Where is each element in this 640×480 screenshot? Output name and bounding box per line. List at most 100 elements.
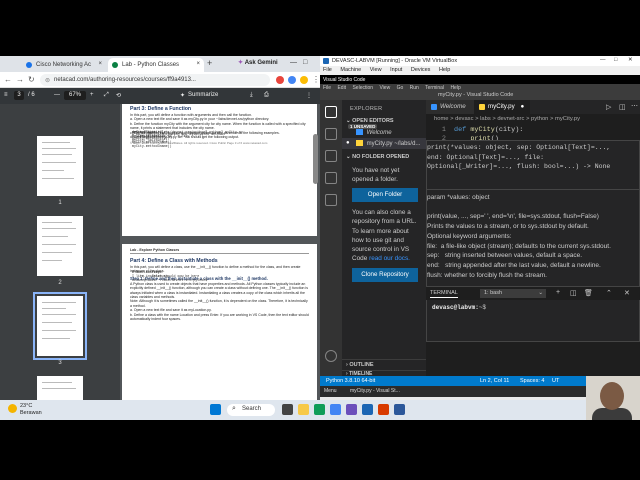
menu-help[interactable]: Help <box>439 67 450 73</box>
minimize-icon[interactable]: — <box>290 59 297 66</box>
read-docs-link[interactable]: read our docs. <box>369 255 410 262</box>
terminal-tab[interactable]: TERMINAL <box>430 290 458 298</box>
download-icon[interactable]: ⤓ <box>250 92 253 99</box>
tab-mycity[interactable]: myCity.py ● <box>474 100 530 114</box>
vs-menu-file[interactable]: File <box>323 85 331 91</box>
browser-tab-lab[interactable]: Lab - Python Classes × <box>108 58 204 72</box>
extension-icon[interactable] <box>288 76 296 84</box>
menu-input[interactable]: Input <box>390 67 402 73</box>
profile-avatar[interactable] <box>300 76 308 84</box>
open-editors-section[interactable]: ⌄ OPEN EDITORS 1 UNSAVED <box>342 116 426 129</box>
tab-welcome[interactable]: Welcome <box>426 100 474 114</box>
vs-menu-edit[interactable]: Edit <box>337 85 346 91</box>
print-icon[interactable]: ⎙ <box>264 92 269 99</box>
new-tab-button[interactable]: + <box>207 58 212 68</box>
ask-gemini-button[interactable]: ✦ Ask Gemini <box>238 59 278 66</box>
weather-widget[interactable]: 23°C Berawan <box>8 403 42 417</box>
more-actions-icon[interactable]: ⋯ <box>631 102 638 110</box>
open-folder-button[interactable]: Open Folder <box>352 188 418 202</box>
extensions-icon[interactable] <box>325 194 337 206</box>
unsaved-dot-icon[interactable]: ● <box>346 140 350 146</box>
thumbnail-page-1[interactable] <box>37 136 83 196</box>
back-icon[interactable]: ← <box>4 75 12 84</box>
close-panel-icon[interactable]: ✕ <box>624 289 630 297</box>
task-view-icon[interactable] <box>282 404 293 415</box>
maximize-icon[interactable]: □ <box>303 59 307 66</box>
account-icon[interactable] <box>325 350 337 362</box>
thumbnail-number: 1 <box>58 200 62 206</box>
vs-menu-run[interactable]: Run <box>410 85 419 91</box>
guest-menu-button[interactable]: Menu <box>324 388 337 394</box>
zoom-out-button[interactable]: — <box>54 92 60 98</box>
guest-window-button[interactable]: myCity.py - Visual St... <box>350 388 400 394</box>
vs-menu-view[interactable]: View <box>379 85 390 91</box>
fit-page-icon[interactable]: ⤢ <box>104 92 109 99</box>
cursor-position[interactable]: Ln 2, Col 11 <box>480 378 509 384</box>
terminal-output[interactable]: devasc@labvm:~$ <box>426 300 640 360</box>
thumbnail-page-3[interactable] <box>33 292 87 360</box>
extension-icon[interactable] <box>276 76 284 84</box>
close-tab-icon[interactable]: × <box>196 61 200 67</box>
menu-devices[interactable]: Devices <box>411 67 431 73</box>
thumbnail-page-2[interactable] <box>37 216 83 276</box>
split-terminal-icon[interactable]: ◫ <box>570 289 577 297</box>
browser-icon[interactable] <box>314 404 325 415</box>
pdf-scrollbar[interactable] <box>313 134 318 184</box>
forward-icon[interactable]: → <box>16 75 24 84</box>
maximize-icon[interactable]: □ <box>614 57 617 63</box>
chevron-up-icon[interactable]: ⌃ <box>606 289 612 297</box>
vs-menu-selection[interactable]: Selection <box>352 85 373 91</box>
open-editor-mycity[interactable]: ● myCity.py ~/labs/d... <box>342 138 426 149</box>
trash-icon[interactable]: 🗑 <box>584 289 593 297</box>
hamburger-icon[interactable]: ≡ <box>4 92 8 98</box>
windows-start-icon[interactable] <box>210 404 221 415</box>
chrome-icon[interactable] <box>330 404 341 415</box>
code-block: devasc@labvm:~/labs/devnet-src/python$ p… <box>132 130 243 138</box>
more-options-icon[interactable]: ⋮ <box>306 92 312 99</box>
page-number-input[interactable]: 3 <box>14 91 24 100</box>
menu-file[interactable]: File <box>323 67 332 73</box>
browser-tab-cisco[interactable]: Cisco Networking Ac × <box>22 58 106 72</box>
virtualbox-icon[interactable] <box>362 404 373 415</box>
file-explorer-icon[interactable] <box>298 404 309 415</box>
run-file-icon[interactable]: ▷ <box>606 103 611 111</box>
taskbar-search[interactable]: ⌕ Search <box>227 404 275 416</box>
unsaved-dot-icon[interactable]: ● <box>520 103 524 110</box>
open-editor-welcome[interactable]: Welcome <box>342 127 426 138</box>
new-terminal-icon[interactable]: + <box>556 289 560 296</box>
reload-icon[interactable]: ↻ <box>28 75 35 84</box>
powerpoint-icon[interactable] <box>378 404 389 415</box>
rotate-icon[interactable]: ⟲ <box>116 92 121 99</box>
encoding[interactable]: UT <box>552 378 559 384</box>
terminal-select[interactable]: 1: bash ⌄ <box>480 289 546 298</box>
outline-section[interactable]: › OUTLINE <box>342 359 426 370</box>
address-bar[interactable]: ⊜ netacad.com/authoring-resources/course… <box>40 74 270 86</box>
search-icon[interactable] <box>325 128 337 140</box>
vs-menu-terminal[interactable]: Terminal <box>425 85 444 91</box>
source-control-icon[interactable] <box>325 150 337 162</box>
breadcrumb[interactable]: home > devasc > labs > devnet-src > pyth… <box>434 116 580 122</box>
note-text: Note: Although it is sometimes called th… <box>130 299 308 308</box>
zoom-input[interactable]: 67% <box>64 91 86 100</box>
indentation[interactable]: Spaces: 4 <box>520 378 544 384</box>
summarize-button[interactable]: Summarize <box>188 92 218 98</box>
clone-repository-button[interactable]: Clone Repository <box>352 268 418 282</box>
menu-machine[interactable]: Machine <box>340 67 361 73</box>
vs-menu-go[interactable]: Go <box>397 85 404 91</box>
menu-view[interactable]: View <box>370 67 382 73</box>
minimize-icon[interactable]: — <box>600 57 606 63</box>
menu-dots-icon[interactable]: ⋮ <box>312 75 320 84</box>
zoom-in-button[interactable]: + <box>90 92 94 98</box>
close-icon[interactable]: ✕ <box>628 57 633 63</box>
no-folder-section[interactable]: ⌄ NO FOLDER OPENED <box>342 152 426 163</box>
word-icon[interactable] <box>394 404 405 415</box>
site-info-icon[interactable]: ⊜ <box>45 77 50 84</box>
pdf-page-3: # Call the instantiation and associated … <box>122 104 317 236</box>
teams-icon[interactable] <box>346 404 357 415</box>
vs-menu-help[interactable]: Help <box>450 85 460 91</box>
python-interpreter[interactable]: Python 3.8.10 64-bit <box>326 378 375 384</box>
run-debug-icon[interactable] <box>325 172 337 184</box>
explorer-icon[interactable] <box>325 106 337 118</box>
close-tab-icon[interactable]: × <box>98 61 102 67</box>
split-editor-icon[interactable]: ◫ <box>619 103 626 111</box>
